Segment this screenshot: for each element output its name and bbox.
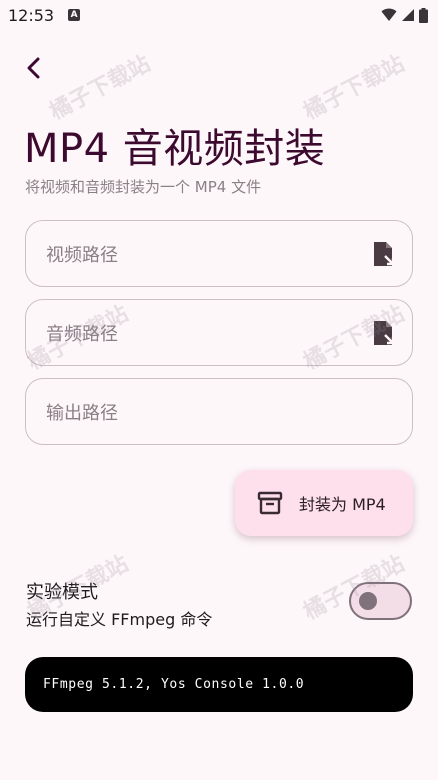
console-output: FFmpeg 5.1.2, Yos Console 1.0.0 [25, 657, 413, 712]
experimental-mode-title: 实验模式 [26, 582, 98, 603]
back-button[interactable] [18, 52, 50, 84]
status-time: 12:53 [8, 5, 55, 25]
switch-thumb [359, 592, 377, 610]
status-icons [381, 7, 428, 23]
watermark: 橘子下载站 [299, 51, 409, 126]
experimental-mode-switch[interactable] [349, 582, 412, 620]
mux-mp4-label: 封装为 MP4 [299, 495, 386, 514]
battery-icon [419, 7, 428, 23]
audio-path-placeholder: 音频路径 [46, 323, 118, 345]
file-open-icon[interactable] [372, 320, 396, 346]
watermark: 橘子下载站 [45, 51, 155, 126]
output-path-placeholder: 输出路径 [46, 402, 118, 424]
notification-icon: A [68, 9, 81, 21]
experimental-mode-subtitle: 运行自定义 FFmpeg 命令 [26, 610, 213, 629]
status-bar: 12:53 A [0, 0, 438, 30]
page-subtitle: 将视频和音频封装为一个 MP4 文件 [25, 178, 262, 196]
video-path-placeholder: 视频路径 [46, 244, 118, 266]
signal-icon [402, 9, 414, 21]
file-open-icon[interactable] [372, 241, 396, 267]
archive-icon [257, 491, 283, 515]
page-title: MP4 音视频封装 [24, 126, 326, 172]
wifi-icon [381, 8, 397, 21]
output-path-field[interactable]: 输出路径 [25, 378, 413, 445]
mux-mp4-button[interactable]: 封装为 MP4 [235, 470, 413, 536]
back-arrow-icon [27, 57, 40, 79]
audio-path-field[interactable]: 音频路径 [25, 299, 413, 366]
video-path-field[interactable]: 视频路径 [25, 220, 413, 287]
